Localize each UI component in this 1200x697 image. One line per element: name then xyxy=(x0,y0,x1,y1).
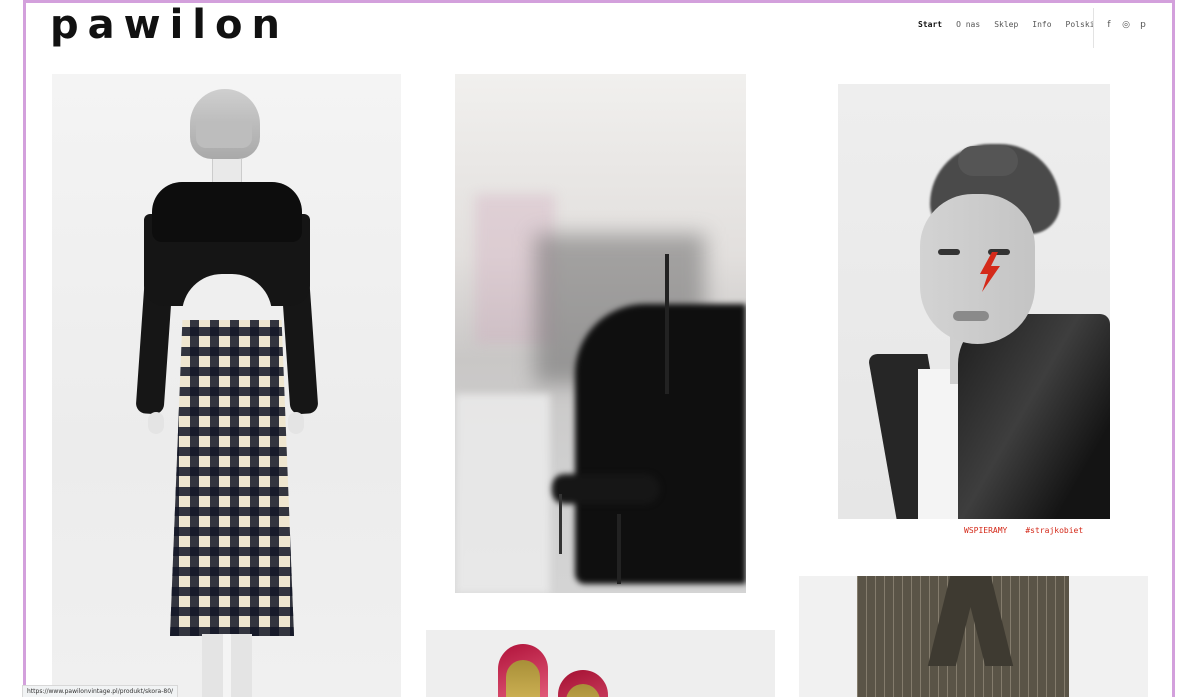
caption-hashtag[interactable]: #strajkobiet xyxy=(1025,526,1083,535)
hair-bun-shape xyxy=(958,146,1018,176)
facebook-icon[interactable]: f xyxy=(1105,20,1113,30)
painting-drip xyxy=(617,514,621,584)
leather-jacket-shape xyxy=(958,314,1110,519)
link-status-bar: https://www.pawilonvintage.pl/produkt/sk… xyxy=(22,685,179,697)
pinterest-icon[interactable]: p xyxy=(1139,20,1147,30)
eye-left-shape xyxy=(938,249,960,255)
social-links: f ◎ p xyxy=(1105,20,1147,30)
plaid-skirt-shape xyxy=(170,320,294,636)
portrait-caption: WSPIERAMY #strajkobiet xyxy=(964,526,1083,535)
painting-drip xyxy=(559,494,562,554)
painting-white-wash xyxy=(455,394,550,593)
hand-right-shape xyxy=(288,412,304,434)
painting-black-stroke xyxy=(550,474,660,504)
fur-collar-shape xyxy=(152,182,302,242)
main-nav: Start O nas Sklep Info Polski xyxy=(918,20,1094,29)
hand-left-shape xyxy=(148,412,164,434)
lips-shape xyxy=(953,311,989,321)
lightning-bolt-icon xyxy=(980,252,1000,292)
gallery-tile-shoes[interactable] xyxy=(426,630,775,697)
nav-item-info[interactable]: Info xyxy=(1032,20,1051,29)
gallery-tile-mannequin[interactable] xyxy=(52,74,401,697)
gallery-tile-blazer[interactable] xyxy=(799,576,1148,697)
gallery-tile-portrait[interactable] xyxy=(838,84,1110,519)
nav-divider xyxy=(1093,8,1094,48)
painting-drip xyxy=(665,254,669,394)
site-logo[interactable]: pawilon xyxy=(50,2,289,48)
wig-fringe-shape xyxy=(196,122,252,148)
painting-black-mass xyxy=(575,304,746,584)
instagram-icon[interactable]: ◎ xyxy=(1122,20,1130,30)
gallery-tile-painting[interactable] xyxy=(455,74,746,593)
nav-item-o-nas[interactable]: O nas xyxy=(956,20,980,29)
nav-item-language[interactable]: Polski xyxy=(1066,20,1095,29)
nav-item-sklep[interactable]: Sklep xyxy=(994,20,1018,29)
legs-shape xyxy=(202,634,252,697)
shoe-insole-shape xyxy=(506,660,540,697)
caption-wspieramy[interactable]: WSPIERAMY xyxy=(964,526,1007,535)
nav-item-start[interactable]: Start xyxy=(918,20,942,29)
